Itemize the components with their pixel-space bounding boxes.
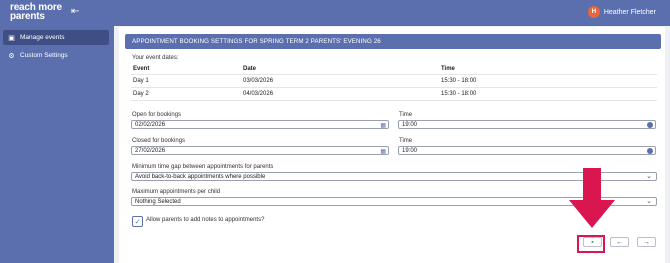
arrow-right-icon: → xyxy=(643,238,650,246)
open-time-value: 19:00 xyxy=(402,121,418,128)
allow-notes-label: Allow parents to add notes to appointmen… xyxy=(146,217,265,223)
open-time-label: Time xyxy=(399,112,413,118)
event-dates-table: Event Date Time Day 1 03/03/2026 15:30 -… xyxy=(131,64,657,101)
checkmark-icon: ✓ xyxy=(134,218,141,226)
user-menu[interactable]: H Heather Fletcher xyxy=(587,6,656,18)
cell-time: 15:30 - 18:00 xyxy=(439,87,657,101)
min-gap-label: Minimum time gap between appointments fo… xyxy=(132,164,274,170)
max-appointments-value: Nothing Selected xyxy=(135,198,181,205)
cell-event: Day 2 xyxy=(131,87,241,101)
closed-date-value: 27/02/2026 xyxy=(135,147,166,154)
open-for-bookings-label: Open for bookings xyxy=(132,112,182,118)
top-bar: reach more parents ⇤ H Heather Fletcher xyxy=(0,0,670,26)
sidebar-item-label: Custom Settings xyxy=(20,52,68,59)
calendar-check-icon: ▣ xyxy=(8,34,15,42)
brand-line-2: parents xyxy=(10,11,45,22)
table-row: Day 1 03/03/2026 15:30 - 18:00 xyxy=(131,74,657,88)
closed-for-bookings-label: Closed for bookings xyxy=(132,138,186,144)
closed-time-value: 19:00 xyxy=(402,147,418,154)
clock-icon[interactable] xyxy=(647,148,653,154)
user-name: Heather Fletcher xyxy=(603,8,656,16)
annotation-arrow-icon xyxy=(569,168,615,228)
chevron-down-icon: ⌄ xyxy=(646,173,652,180)
cell-time: 15:30 - 18:00 xyxy=(439,74,657,88)
cell-date: 03/03/2026 xyxy=(241,74,439,88)
brand-logo[interactable]: reach more parents xyxy=(10,3,62,22)
max-appointments-label: Maximum appointments per child xyxy=(132,189,221,195)
avatar: H xyxy=(587,6,600,18)
panel-title: APPOINTMENT BOOKING SETTINGS FOR SPRING … xyxy=(125,34,661,49)
arrow-left-icon: ← xyxy=(616,238,623,246)
sidebar-item-label: Manage events xyxy=(20,34,65,41)
collapse-sidebar-icon[interactable]: ⇤ xyxy=(71,6,79,17)
column-header: Date xyxy=(241,64,439,75)
open-time-input[interactable]: 19:00 xyxy=(398,120,656,129)
open-date-value: 02/02/2026 xyxy=(135,121,166,128)
sidebar-item-custom-settings[interactable]: ⚙ Custom Settings xyxy=(3,48,109,63)
min-gap-value: Avoid back-to-back appointments where po… xyxy=(135,173,266,180)
closed-time-input[interactable]: 19:00 xyxy=(398,146,656,155)
calendar-icon[interactable]: ▦ xyxy=(380,148,386,155)
table-row: Day 2 04/03/2026 15:30 - 18:00 xyxy=(131,87,657,101)
gear-icon: ⚙ xyxy=(8,52,15,60)
clock-icon[interactable] xyxy=(647,122,653,128)
cell-date: 04/03/2026 xyxy=(241,87,439,101)
next-button[interactable]: → xyxy=(637,237,656,247)
chevron-down-icon: ⌄ xyxy=(646,198,652,205)
sidebar: ▣ Manage events ⚙ Custom Settings xyxy=(0,26,114,263)
closed-date-input[interactable]: 27/02/2026 ▦ xyxy=(131,146,389,155)
save-highlight-box xyxy=(577,235,605,253)
calendar-icon[interactable]: ▦ xyxy=(380,122,386,129)
sidebar-item-manage-events[interactable]: ▣ Manage events xyxy=(3,30,109,45)
back-button[interactable]: ← xyxy=(610,237,629,247)
cell-event: Day 1 xyxy=(131,74,241,88)
open-date-input[interactable]: 02/02/2026 ▦ xyxy=(131,120,389,129)
allow-notes-checkbox[interactable]: ✓ xyxy=(132,216,143,227)
column-header: Time xyxy=(439,64,657,75)
column-header: Event xyxy=(131,64,241,75)
closed-time-label: Time xyxy=(399,138,413,144)
event-dates-label: Your event dates: xyxy=(132,55,179,61)
